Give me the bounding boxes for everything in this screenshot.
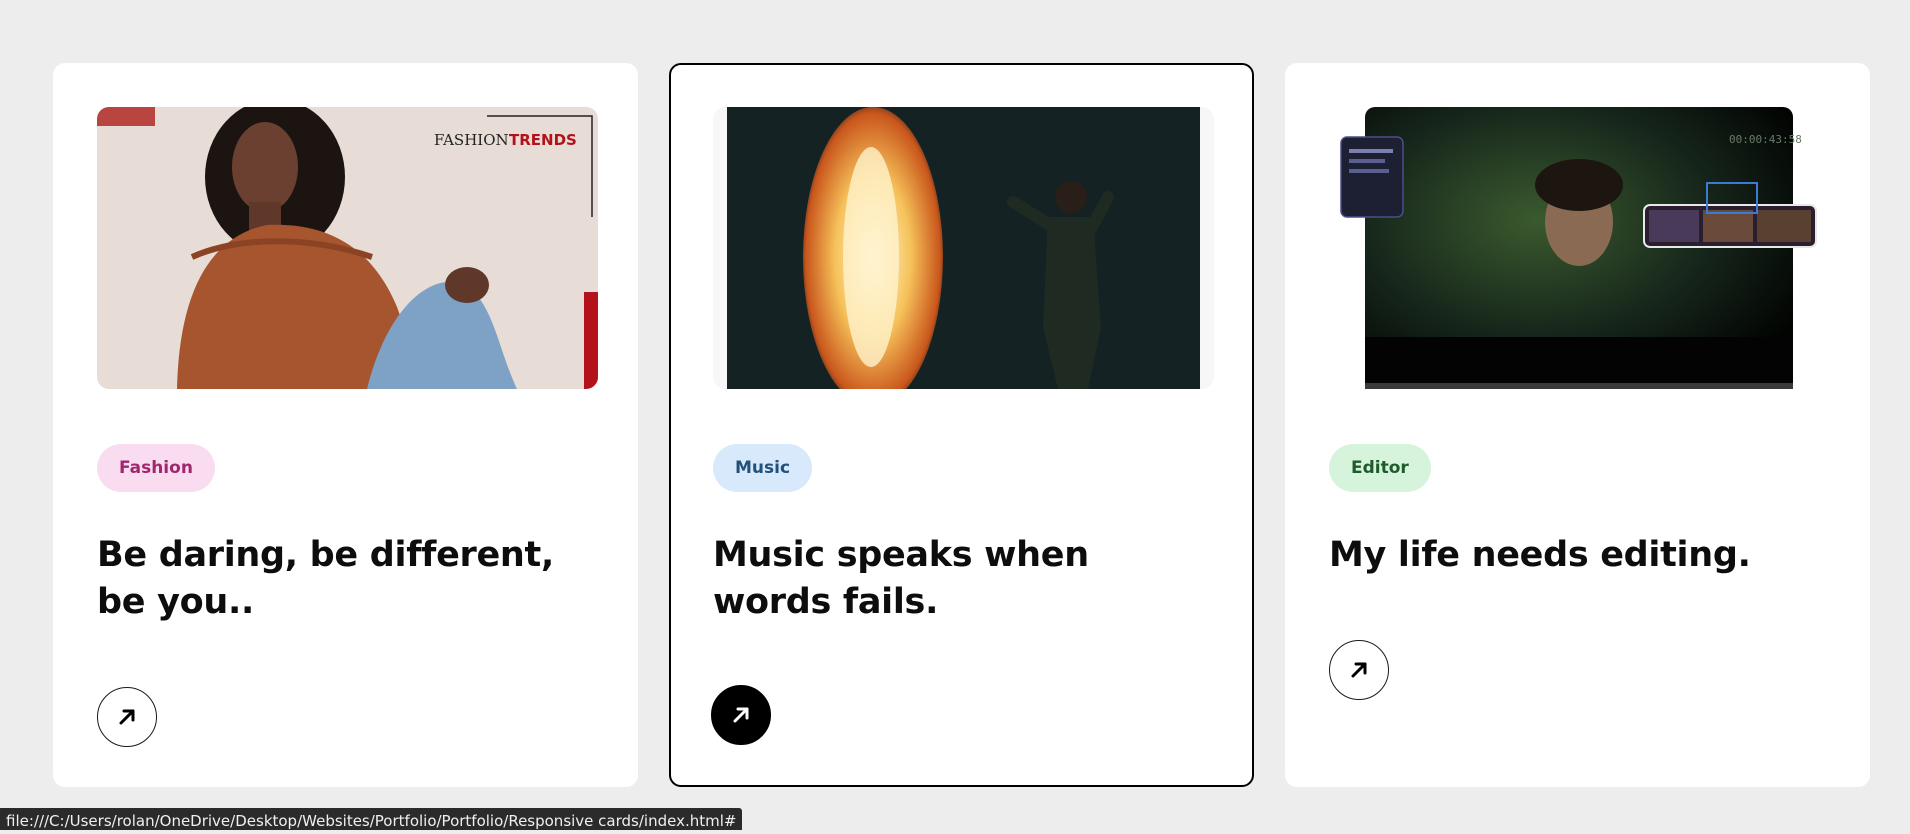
card-title-music: Music speaks when words fails. [713, 535, 1089, 622]
editor-image: 00:00:43:58 [1340, 107, 1817, 389]
browser-status-bar: file:///C:/Users/rolan/OneDrive/Desktop/… [0, 808, 743, 830]
card-title-editor: My life needs editing. [1329, 535, 1751, 575]
tag-editor[interactable]: Editor [1329, 444, 1431, 492]
card-editor[interactable]: 00:00:43:58 Editor My life needs editing… [1285, 63, 1870, 787]
open-editor-button[interactable] [1329, 640, 1389, 700]
music-image [727, 107, 1200, 389]
fashion-image-text: FASHION [434, 131, 509, 149]
open-music-button[interactable] [711, 685, 771, 745]
arrow-up-right-icon [733, 707, 749, 723]
fashion-image: FASHION TRENDS [97, 107, 598, 389]
card-image-editor: 00:00:43:58 [1329, 107, 1830, 389]
cards-grid: FASHION TRENDS Fashion Be daring, be dif… [53, 63, 1870, 787]
tag-fashion[interactable]: Fashion [97, 444, 215, 492]
card-title-fashion: Be daring, be different, be you.. [97, 535, 554, 622]
trends-image-text: TRENDS [509, 131, 577, 149]
card-fashion[interactable]: FASHION TRENDS Fashion Be daring, be dif… [53, 63, 638, 787]
card-image-fashion: FASHION TRENDS [97, 107, 598, 389]
arrow-up-right-icon [1351, 662, 1367, 678]
timecode-text: 00:00:43:58 [1729, 133, 1802, 146]
card-music[interactable]: Music Music speaks when words fails. [669, 63, 1254, 787]
open-fashion-button[interactable] [97, 687, 157, 747]
arrow-up-right-icon [119, 709, 135, 725]
card-image-music [713, 107, 1214, 389]
tag-music[interactable]: Music [713, 444, 813, 492]
